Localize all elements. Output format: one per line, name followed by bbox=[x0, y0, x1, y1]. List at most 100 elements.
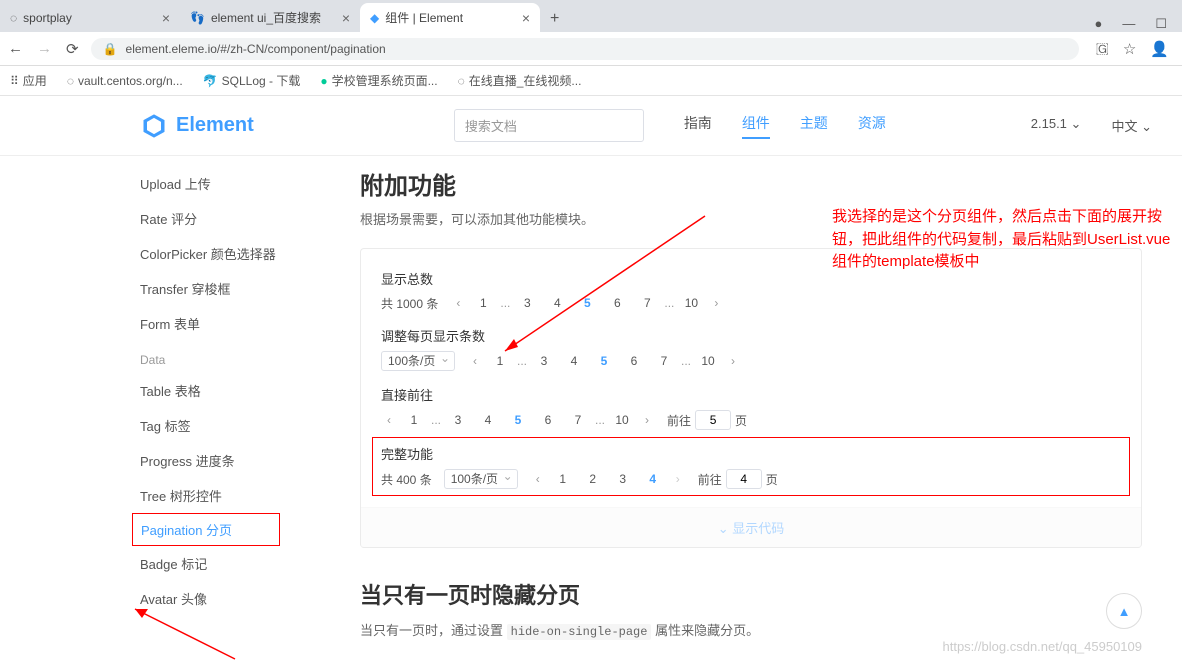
bookmark-item[interactable]: ◌在线直播_在线视频... bbox=[458, 72, 582, 89]
brand-logo[interactable]: Element bbox=[140, 112, 254, 140]
page-number[interactable]: 3 bbox=[531, 352, 557, 370]
page-number[interactable]: 4 bbox=[544, 294, 570, 312]
page-number[interactable]: 3 bbox=[514, 294, 540, 312]
bookmark-item[interactable]: ●学校管理系统页面... bbox=[320, 72, 437, 89]
page-number-active[interactable]: 4 bbox=[640, 470, 666, 488]
search-input[interactable]: 搜索文档 bbox=[454, 109, 644, 142]
full-feature-row: 完整功能 共 400 条 100条/页 ‹ 1 2 3 4 › 前往 页 bbox=[372, 437, 1130, 496]
globe-icon: ◌ bbox=[458, 74, 465, 88]
prev-icon[interactable]: ‹ bbox=[467, 352, 483, 370]
prev-icon[interactable]: ‹ bbox=[450, 294, 466, 312]
tab-title: 组件 | Element bbox=[385, 9, 463, 26]
next-icon[interactable]: › bbox=[639, 411, 655, 429]
prev-icon[interactable]: ‹ bbox=[530, 470, 546, 488]
address-bar[interactable]: 🔒 element.eleme.io/#/zh-CN/component/pag… bbox=[91, 38, 1079, 60]
next-icon[interactable]: › bbox=[670, 470, 686, 488]
maximize-icon[interactable]: ☐ bbox=[1155, 16, 1167, 32]
bookmark-item[interactable]: 🐬SQLLog - 下载 bbox=[203, 72, 301, 89]
jump-suffix: 页 bbox=[766, 471, 778, 488]
page-number[interactable]: 1 bbox=[487, 352, 513, 370]
page-number[interactable]: 6 bbox=[604, 294, 630, 312]
nav-resource[interactable]: 资源 bbox=[858, 113, 886, 139]
page-number[interactable]: 10 bbox=[695, 352, 721, 370]
main-content: 附加功能 根据场景需要，可以添加其他功能模块。 显示总数 共 1000 条 ‹ … bbox=[240, 156, 1182, 659]
page-number[interactable]: 4 bbox=[561, 352, 587, 370]
page-number[interactable]: 4 bbox=[475, 411, 501, 429]
jump-input[interactable] bbox=[726, 469, 762, 489]
page-number-active[interactable]: 5 bbox=[591, 352, 617, 370]
nav-component[interactable]: 组件 bbox=[742, 113, 770, 139]
section-desc-hide: 当只有一页时，通过设置 hide-on-single-page 属性来隐藏分页。 bbox=[360, 620, 1142, 639]
page-number[interactable]: 7 bbox=[634, 294, 660, 312]
page-number-active[interactable]: 5 bbox=[505, 411, 531, 429]
bookmark-item[interactable]: ◌vault.centos.org/n... bbox=[67, 74, 183, 88]
sidebar-item-table[interactable]: Table 表格 bbox=[140, 373, 240, 408]
apps-icon: ⠿ bbox=[10, 74, 19, 88]
back-icon[interactable]: ← bbox=[8, 40, 23, 58]
bookmark-bar: ⠿应用 ◌vault.centos.org/n... 🐬SQLLog - 下载 … bbox=[0, 66, 1182, 96]
code-snippet: hide-on-single-page bbox=[507, 624, 652, 640]
page-number[interactable]: 1 bbox=[401, 411, 427, 429]
bookmark-star-icon[interactable]: ☆ bbox=[1123, 40, 1136, 58]
browser-tab[interactable]: ◌ sportplay × bbox=[0, 4, 180, 32]
account-icon[interactable]: ● bbox=[1094, 16, 1102, 32]
page-number[interactable]: 7 bbox=[651, 352, 677, 370]
tab-title: element ui_百度搜索 bbox=[211, 9, 321, 26]
apps-button[interactable]: ⠿应用 bbox=[10, 72, 47, 89]
next-icon[interactable]: › bbox=[725, 352, 741, 370]
section-title: 附加功能 bbox=[360, 166, 1142, 201]
ellipsis-icon: ... bbox=[500, 296, 510, 310]
prev-icon[interactable]: ‹ bbox=[381, 411, 397, 429]
ellipsis-icon: ... bbox=[517, 354, 527, 368]
page-number[interactable]: 6 bbox=[535, 411, 561, 429]
nav-theme[interactable]: 主题 bbox=[800, 113, 828, 139]
page-size-select[interactable]: 100条/页 bbox=[444, 469, 518, 489]
scroll-top-button[interactable]: ▲ bbox=[1106, 593, 1142, 629]
page-number[interactable]: 6 bbox=[621, 352, 647, 370]
new-tab-button[interactable]: + bbox=[540, 6, 569, 32]
translate-icon[interactable]: 🇬 bbox=[1096, 40, 1109, 58]
page-number[interactable]: 10 bbox=[678, 294, 704, 312]
page-size-select[interactable]: 100条/页 bbox=[381, 351, 455, 371]
browser-tab[interactable]: 👣 element ui_百度搜索 × bbox=[180, 3, 360, 32]
lock-icon: 🔒 bbox=[103, 42, 118, 56]
sidebar-item-upload[interactable]: Upload 上传 bbox=[140, 166, 240, 201]
page-number-active[interactable]: 5 bbox=[574, 294, 600, 312]
forward-icon[interactable]: → bbox=[37, 40, 52, 58]
page-number[interactable]: 10 bbox=[609, 411, 635, 429]
close-icon[interactable]: × bbox=[342, 10, 350, 26]
expand-code-button[interactable]: ⌄ 显示代码 bbox=[361, 507, 1141, 547]
element-logo-icon bbox=[140, 112, 168, 140]
close-icon[interactable]: × bbox=[522, 10, 530, 26]
sidebar-item-form[interactable]: Form 表单 bbox=[140, 306, 240, 341]
sidebar-item-colorpicker[interactable]: ColorPicker 颜色选择器 bbox=[140, 236, 240, 271]
sidebar-item-tree[interactable]: Tree 树形控件 bbox=[140, 478, 240, 513]
browser-toolbar: ← → ⟳ 🔒 element.eleme.io/#/zh-CN/compone… bbox=[0, 32, 1182, 66]
page-number[interactable]: 3 bbox=[445, 411, 471, 429]
brand-text: Element bbox=[176, 114, 254, 137]
total-text: 共 1000 条 bbox=[381, 295, 438, 312]
page-number[interactable]: 1 bbox=[550, 470, 576, 488]
sidebar-item-transfer[interactable]: Transfer 穿梭框 bbox=[140, 271, 240, 306]
page-number[interactable]: 2 bbox=[580, 470, 606, 488]
lang-selector[interactable]: 中文 ⌄ bbox=[1111, 116, 1152, 135]
version-selector[interactable]: 2.15.1 ⌄ bbox=[1031, 116, 1082, 135]
nav-guide[interactable]: 指南 bbox=[684, 113, 712, 139]
sidebar-item-tag[interactable]: Tag 标签 bbox=[140, 408, 240, 443]
jump-input[interactable] bbox=[695, 410, 731, 430]
page-number[interactable]: 1 bbox=[470, 294, 496, 312]
watermark-text: https://blog.csdn.net/qq_45950109 bbox=[943, 639, 1143, 654]
favicon-icon: 👣 bbox=[190, 11, 205, 25]
minimize-icon[interactable]: — bbox=[1122, 16, 1135, 32]
browser-tab-active[interactable]: ◆ 组件 | Element × bbox=[360, 3, 540, 32]
sidebar-item-progress[interactable]: Progress 进度条 bbox=[140, 443, 240, 478]
profile-icon[interactable]: 👤 bbox=[1150, 40, 1169, 58]
page-number[interactable]: 3 bbox=[610, 470, 636, 488]
annotation-arrow-icon bbox=[130, 604, 240, 664]
next-icon[interactable]: › bbox=[708, 294, 724, 312]
caret-up-icon: ▲ bbox=[1118, 604, 1131, 619]
reload-icon[interactable]: ⟳ bbox=[66, 40, 79, 58]
page-number[interactable]: 7 bbox=[565, 411, 591, 429]
sidebar-item-rate[interactable]: Rate 评分 bbox=[140, 201, 240, 236]
close-icon[interactable]: × bbox=[162, 10, 170, 26]
